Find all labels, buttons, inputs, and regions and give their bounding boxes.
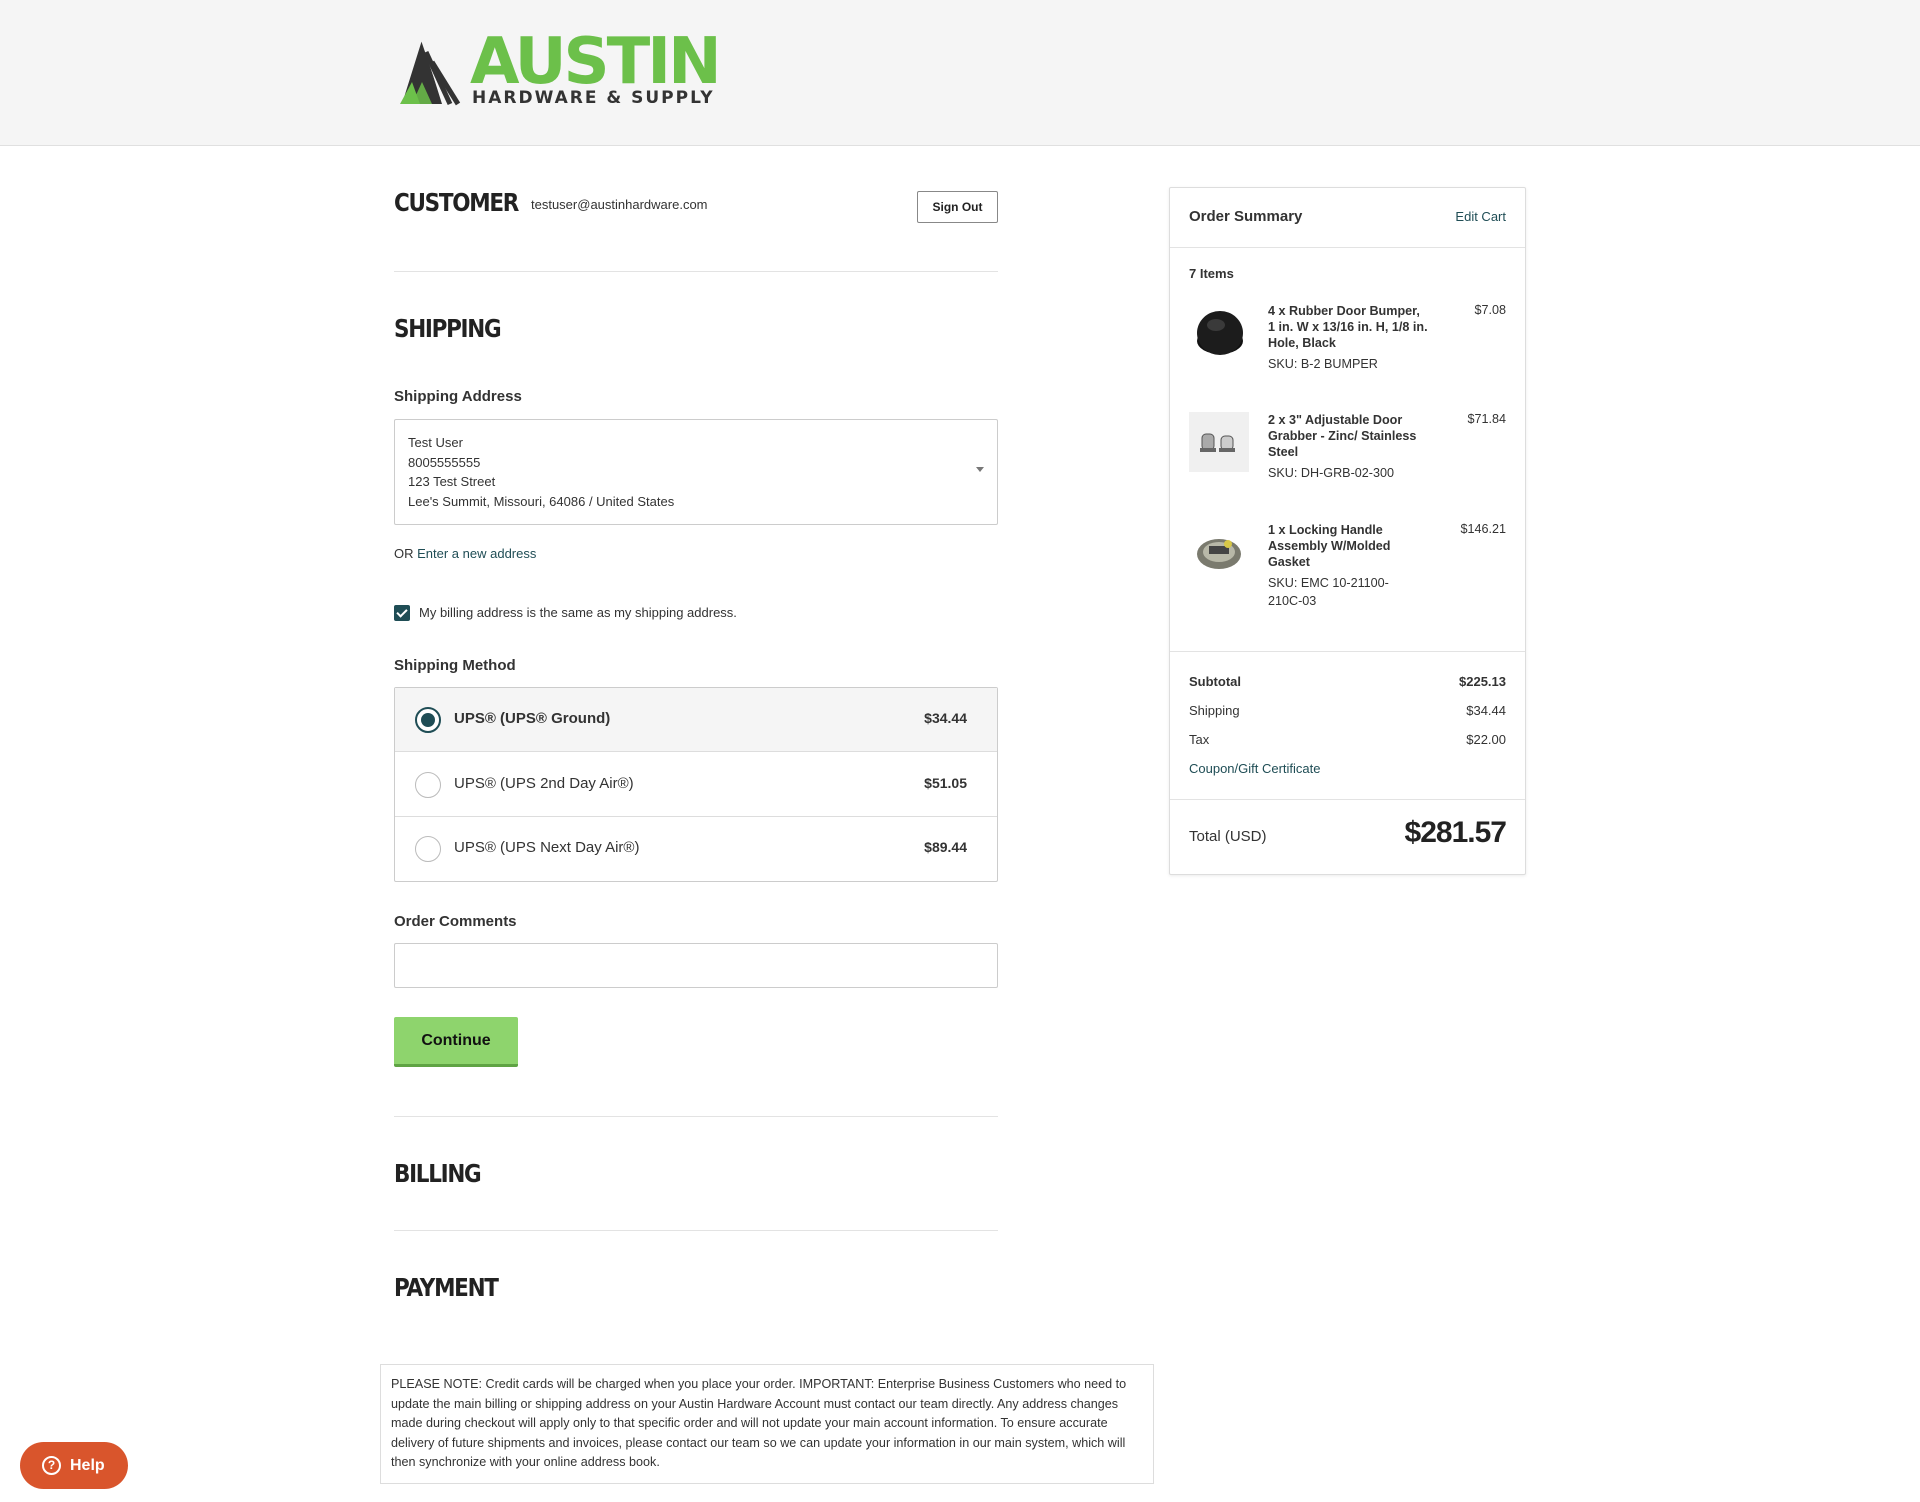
shipping-label: Shipping: [1189, 703, 1240, 718]
continue-button[interactable]: Continue: [394, 1017, 518, 1067]
payment-heading[interactable]: PAYMENT: [394, 1273, 499, 1303]
customer-heading: CUSTOMER: [394, 188, 519, 217]
shipping-value: $34.44: [1466, 703, 1506, 718]
cart-item-sku: SKU: DH-GRB-02-300: [1268, 466, 1394, 480]
divider: [1170, 799, 1525, 800]
radio-empty-icon[interactable]: [415, 772, 441, 798]
cart-item: 1 x Locking Handle Assembly W/Molded Gas…: [1189, 522, 1506, 622]
billing-heading[interactable]: BILLING: [394, 1159, 482, 1189]
total-label: Total (USD): [1189, 828, 1267, 845]
shipping-option-name: UPS® (UPS 2nd Day Air®): [454, 775, 634, 792]
divider: [1170, 651, 1525, 652]
shipping-option-price: $89.44: [924, 839, 967, 855]
subtotal-value: $225.13: [1459, 674, 1506, 689]
divider: [394, 1230, 998, 1231]
logo-wordmark: AUSTIN: [470, 25, 722, 99]
customer-email: testuser@austinhardware.com: [531, 197, 708, 212]
cart-item-name: 2 x 3" Adjustable Door Grabber - Zinc/ S…: [1268, 413, 1417, 459]
order-summary-title: Order Summary: [1189, 208, 1303, 225]
shipping-option-next-day[interactable]: UPS® (UPS Next Day Air®) $89.44: [395, 817, 997, 881]
divider: [1170, 247, 1525, 248]
billing-same-label[interactable]: My billing address is the same as my shi…: [419, 605, 737, 620]
billing-same-checkbox[interactable]: [394, 605, 410, 621]
cart-item-name: 4 x Rubber Door Bumper, 1 in. W x 13/16 …: [1268, 304, 1428, 350]
shipping-option-price: $51.05: [924, 775, 967, 791]
edit-cart-link[interactable]: Edit Cart: [1455, 209, 1506, 224]
enter-new-address-link[interactable]: Enter a new address: [417, 546, 536, 561]
austin-hardware-logo[interactable]: AUSTIN HARDWARE & SUPPLY: [398, 30, 722, 110]
order-comments-label: Order Comments: [394, 913, 517, 930]
radio-selected-icon[interactable]: [415, 707, 441, 733]
locking-handle-image: [1197, 539, 1241, 569]
logo-tagline: HARDWARE & SUPPLY: [472, 88, 715, 108]
or-text: OR: [394, 546, 418, 561]
total-value: $281.57: [1404, 816, 1507, 849]
shipping-address-select[interactable]: Test User 8005555555 123 Test Street Lee…: [394, 419, 998, 525]
shipping-method-label: Shipping Method: [394, 657, 516, 674]
checkout-notice: PLEASE NOTE: Credit cards will be charge…: [380, 1364, 1154, 1484]
cart-item-price: $71.84: [1467, 412, 1506, 426]
address-phone: 8005555555: [408, 454, 481, 470]
address-name: Test User: [408, 435, 463, 450]
shipping-option-ground[interactable]: UPS® (UPS® Ground) $34.44: [395, 688, 997, 752]
door-grabber-image: [1189, 412, 1249, 472]
sign-out-button[interactable]: Sign Out: [917, 191, 998, 223]
address-street: 123 Test Street: [408, 474, 496, 489]
cart-item: 4 x Rubber Door Bumper, 1 in. W x 13/16 …: [1189, 303, 1506, 403]
question-icon: ?: [42, 1456, 61, 1475]
order-summary: Order Summary Edit Cart 7 Items 4 x Rubb…: [1169, 187, 1526, 875]
site-header: AUSTIN HARDWARE & SUPPLY: [0, 0, 1920, 146]
shipping-option-name: UPS® (UPS Next Day Air®): [454, 839, 640, 856]
shipping-heading: SHIPPING: [394, 314, 502, 343]
cart-item-name: 1 x Locking Handle Assembly W/Molded Gas…: [1268, 523, 1391, 569]
subtotal-label: Subtotal: [1189, 674, 1241, 689]
new-address-line: OR Enter a new address: [394, 546, 536, 561]
shipping-option-name: UPS® (UPS® Ground): [454, 710, 611, 727]
radio-empty-icon[interactable]: [415, 836, 441, 862]
divider: [394, 1116, 998, 1117]
cart-item-sku: SKU: B-2 BUMPER: [1268, 357, 1378, 371]
shipping-option-2nd-day[interactable]: UPS® (UPS 2nd Day Air®) $51.05: [395, 753, 997, 817]
divider: [394, 271, 998, 272]
tax-label: Tax: [1189, 732, 1210, 747]
cart-item-sku: SKU: EMC 10-21100-210C-03: [1268, 576, 1389, 608]
cart-item: 2 x 3" Adjustable Door Grabber - Zinc/ S…: [1189, 412, 1506, 512]
shipping-method-list: UPS® (UPS® Ground) $34.44 UPS® (UPS 2nd …: [394, 687, 998, 882]
order-comments-input[interactable]: [394, 943, 998, 988]
rubber-door-bumper-image: [1197, 311, 1243, 355]
coupon-gift-certificate-link[interactable]: Coupon/Gift Certificate: [1189, 761, 1321, 776]
shipping-address-label: Shipping Address: [394, 388, 522, 405]
address-city-line: Lee's Summit, Missouri, 64086 / United S…: [408, 493, 675, 509]
items-count: 7 Items: [1189, 266, 1234, 281]
cart-item-price: $7.08: [1474, 303, 1506, 317]
cart-item-price: $146.21: [1460, 522, 1506, 536]
chevron-down-icon: [976, 467, 984, 472]
help-button[interactable]: ? Help: [20, 1442, 128, 1489]
help-label: Help: [70, 1457, 105, 1474]
tax-value: $22.00: [1466, 732, 1506, 747]
shipping-option-price: $34.44: [924, 710, 967, 726]
logo-mountain-icon: [400, 39, 461, 106]
